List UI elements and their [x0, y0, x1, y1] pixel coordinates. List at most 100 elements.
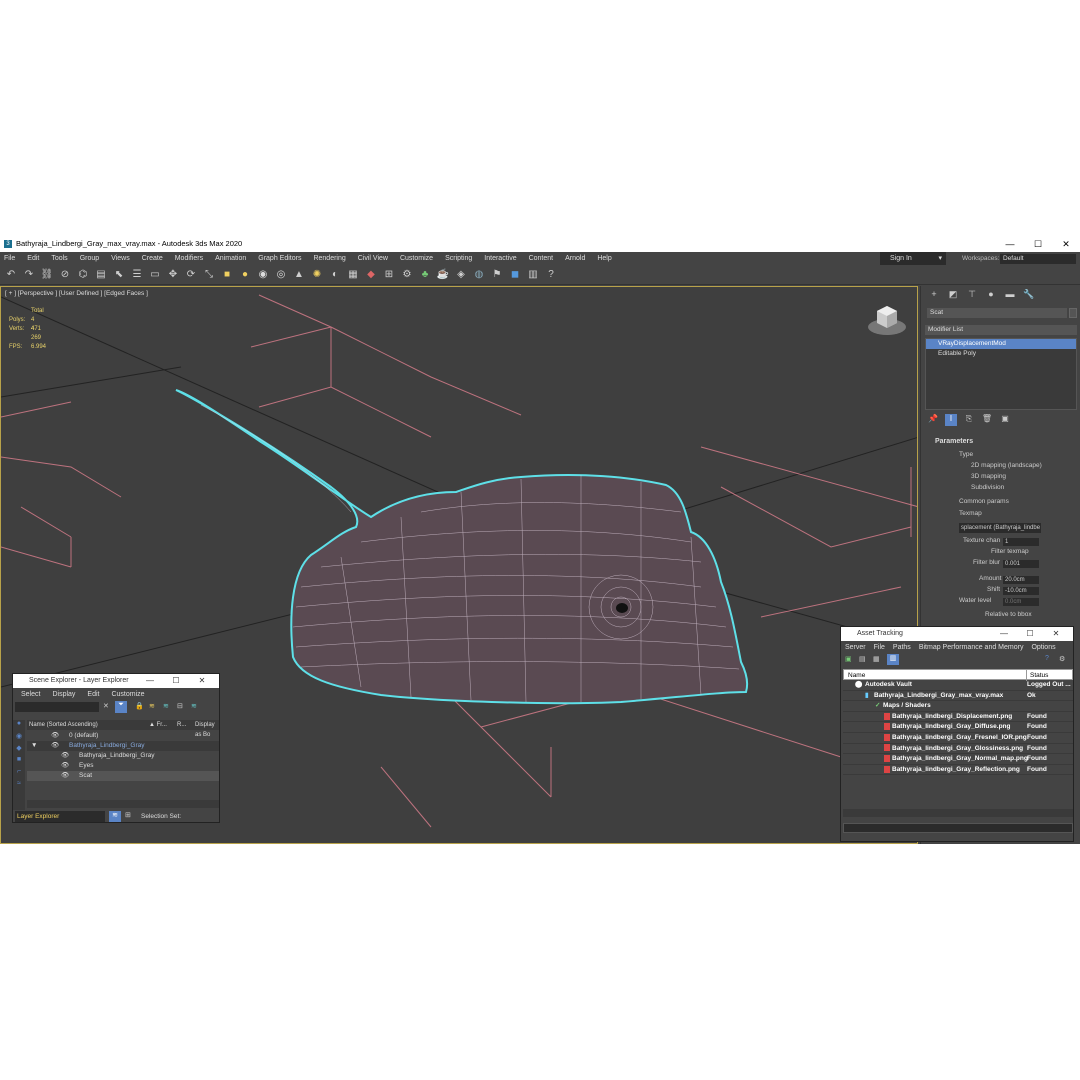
- utilities-tab-icon[interactable]: 🔧: [1022, 288, 1036, 300]
- col-render[interactable]: R...: [177, 720, 186, 730]
- menu-customize[interactable]: Customize: [400, 255, 433, 262]
- tree-row[interactable]: 👁 Scat: [27, 771, 219, 781]
- rect-select-icon[interactable]: ▭: [148, 268, 162, 282]
- radio-subdivision[interactable]: Subdivision: [971, 483, 1004, 494]
- col-name[interactable]: Name (Sorted Ascending): [29, 720, 98, 730]
- asset-row[interactable]: Bathyraja_lindbergi_Displacement.png Foun…: [843, 712, 1073, 723]
- stack-item-vraydisplacementmod[interactable]: VRayDisplacementMod: [926, 339, 1076, 349]
- asset-path-field[interactable]: [843, 823, 1073, 833]
- display-tab-icon[interactable]: ▬: [1003, 288, 1017, 300]
- scene-explorer-search-input[interactable]: [15, 702, 99, 712]
- render-frame-icon[interactable]: ◈: [454, 268, 468, 282]
- tree-row[interactable]: 👁 Eyes: [27, 761, 219, 771]
- viewport-label[interactable]: [ + ] [Perspective ] [User Defined ] [Ed…: [5, 290, 148, 297]
- table-view-icon[interactable]: ▦: [873, 655, 880, 663]
- parameters-header[interactable]: Parameters: [925, 436, 1077, 448]
- undo-icon[interactable]: ↶: [4, 268, 18, 282]
- schematic-icon[interactable]: ⊞: [382, 268, 396, 282]
- se-menu-customize[interactable]: Customize: [111, 691, 144, 698]
- maximize-button[interactable]: ☐: [1024, 236, 1052, 252]
- new-layer-icon[interactable]: ≋: [149, 702, 155, 710]
- box-icon[interactable]: ■: [220, 268, 234, 282]
- radio-3d-mapping[interactable]: 3D mapping: [971, 472, 1006, 483]
- layers-icon[interactable]: ≋: [163, 702, 169, 710]
- menu-scripting[interactable]: Scripting: [445, 255, 472, 262]
- select-by-name-icon[interactable]: ☰: [130, 268, 144, 282]
- menu-arnold[interactable]: Arnold: [565, 255, 585, 262]
- workspaces-dropdown[interactable]: Default: [1000, 254, 1076, 264]
- tree-row[interactable]: 👁 0 (default): [27, 731, 219, 741]
- hierarchy-tab-icon[interactable]: ⊤: [965, 288, 979, 300]
- create-tab-icon[interactable]: +: [927, 288, 941, 300]
- menu-tools[interactable]: Tools: [51, 255, 67, 262]
- display-spacewarps-icon[interactable]: ≈: [13, 780, 25, 792]
- modify-tab-icon[interactable]: ◩: [946, 288, 960, 300]
- configure-sets-icon[interactable]: ▣: [999, 414, 1011, 426]
- refresh-icon[interactable]: ▣: [845, 655, 852, 663]
- eye-icon[interactable]: 👁: [61, 771, 69, 781]
- unlink-icon[interactable]: ⊘: [58, 268, 72, 282]
- motion-tab-icon[interactable]: ●: [984, 288, 998, 300]
- menu-edit[interactable]: Edit: [27, 255, 39, 262]
- object-name-field[interactable]: Scat: [927, 308, 1067, 318]
- render-setup-icon[interactable]: ⚙: [400, 268, 414, 282]
- render-icon[interactable]: ♣: [418, 268, 432, 282]
- asset-tracking-close-button[interactable]: ✕: [1043, 627, 1069, 641]
- teapot-render-icon[interactable]: ☕: [436, 268, 450, 282]
- filter-icon[interactable]: ⏷: [115, 701, 127, 713]
- asset-tracking-minimize-button[interactable]: —: [991, 627, 1017, 641]
- eye-icon[interactable]: 👁: [61, 751, 69, 761]
- at-menu-server[interactable]: Server: [845, 644, 866, 651]
- show-end-result-icon[interactable]: I: [945, 414, 957, 426]
- shift-spinner[interactable]: -10.0cm: [1003, 587, 1039, 595]
- tree-row[interactable]: 👁 Bathyraja_Lindbergi_Gray: [27, 751, 219, 761]
- menu-modifiers[interactable]: Modifiers: [175, 255, 203, 262]
- globe-icon[interactable]: ◍: [472, 268, 486, 282]
- se-menu-select[interactable]: Select: [21, 691, 40, 698]
- display-helpers-icon[interactable]: ⌐: [13, 768, 25, 780]
- relative-to-bbox-checkbox[interactable]: Relative to bbox: [985, 610, 1032, 621]
- select-icon[interactable]: ⬉: [112, 268, 126, 282]
- asset-tracking-maximize-button[interactable]: ☐: [1017, 627, 1043, 641]
- scene-explorer-close-button[interactable]: ✕: [189, 674, 215, 688]
- display-cameras-icon[interactable]: ■: [13, 756, 25, 768]
- help-icon[interactable]: ?: [544, 268, 558, 282]
- vray-icon[interactable]: ⚑: [490, 268, 504, 282]
- menu-rendering[interactable]: Rendering: [313, 255, 345, 262]
- menu-content[interactable]: Content: [529, 255, 554, 262]
- se-menu-display[interactable]: Display: [52, 691, 75, 698]
- bind-icon[interactable]: ⌬: [76, 268, 90, 282]
- menu-interactive[interactable]: Interactive: [484, 255, 516, 262]
- hierarchy-icon[interactable]: ⊟: [177, 702, 183, 710]
- cone-icon[interactable]: ▲: [292, 268, 306, 282]
- torus-icon[interactable]: ◎: [274, 268, 288, 282]
- menu-group[interactable]: Group: [80, 255, 99, 262]
- object-color-swatch[interactable]: [1069, 308, 1077, 318]
- menu-civil-view[interactable]: Civil View: [358, 255, 388, 262]
- sign-in-dropdown[interactable]: Sign In ▾: [880, 252, 946, 265]
- scene-explorer-maximize-button[interactable]: ☐: [163, 674, 189, 688]
- filter-icon[interactable]: ▤: [94, 268, 108, 282]
- script-icon[interactable]: ▥: [526, 268, 540, 282]
- make-unique-icon[interactable]: ⎘: [963, 414, 975, 426]
- asset-row[interactable]: ▮ Bathyraja_Lindbergi_Gray_max_vray.max Ok: [843, 691, 1073, 702]
- col-frozen[interactable]: ▲ Fr...: [149, 720, 167, 730]
- se-menu-edit[interactable]: Edit: [87, 691, 99, 698]
- move-icon[interactable]: ✥: [166, 268, 180, 282]
- asset-row[interactable]: Bathyraja_lindbergi_Gray_Glossiness.png F…: [843, 744, 1073, 755]
- minimize-button[interactable]: —: [996, 236, 1024, 252]
- display-geometry-icon[interactable]: ◉: [13, 732, 25, 744]
- amount-spinner[interactable]: 20.0cm: [1003, 576, 1039, 584]
- list-view-icon[interactable]: ▤: [859, 655, 866, 663]
- stack-icon[interactable]: ≋: [191, 702, 197, 710]
- display-lights-icon[interactable]: ◆: [13, 744, 25, 756]
- modifier-list-dropdown[interactable]: Modifier List: [925, 325, 1077, 335]
- rotate-icon[interactable]: ⟳: [184, 268, 198, 282]
- asset-row[interactable]: ✓ Maps / Shaders: [843, 701, 1073, 712]
- pin-stack-icon[interactable]: 📌: [927, 414, 939, 426]
- display-objects-icon[interactable]: ●: [13, 720, 25, 732]
- menu-animation[interactable]: Animation: [215, 255, 246, 262]
- pin-icon[interactable]: ⚙: [1059, 655, 1065, 663]
- expand-icon[interactable]: ▼: [31, 741, 37, 751]
- eye-icon[interactable]: 👁: [51, 731, 59, 741]
